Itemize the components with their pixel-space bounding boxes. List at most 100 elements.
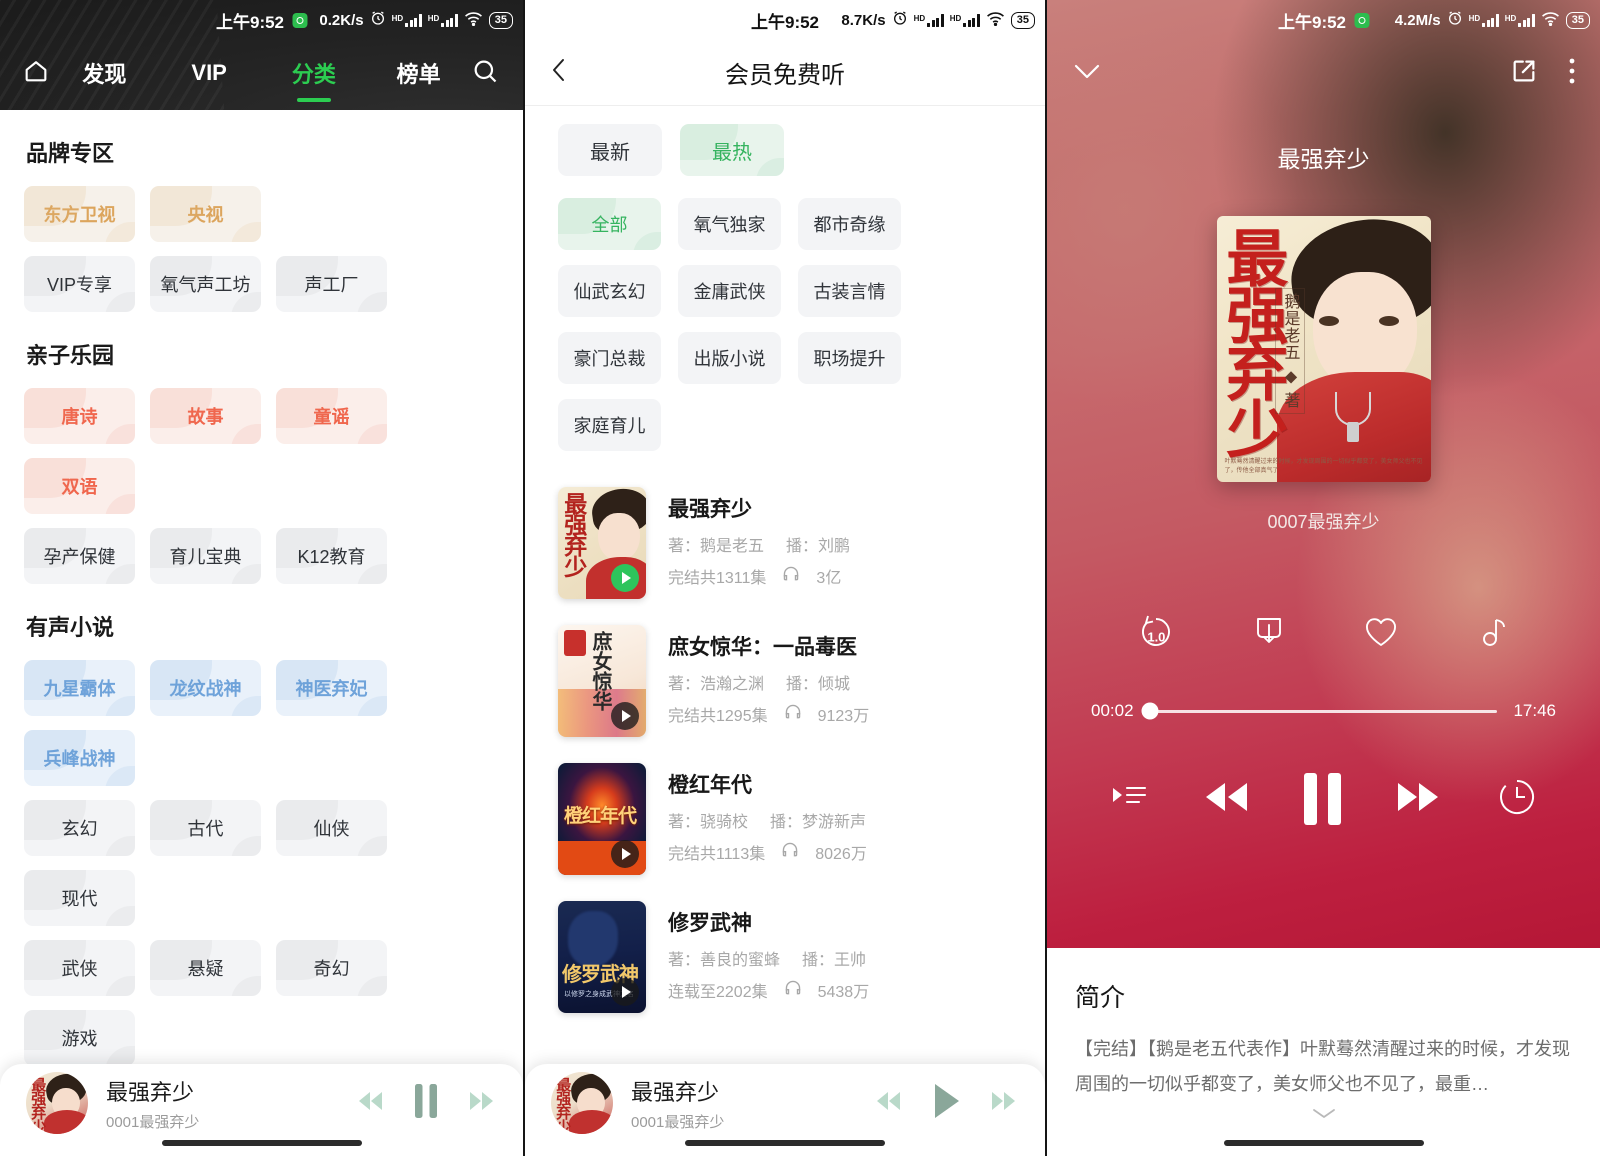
chevron-down-icon[interactable] [1075, 1106, 1572, 1124]
search-icon[interactable] [471, 57, 501, 90]
filter-chip-ceo-romance[interactable]: 豪门总裁 [558, 332, 661, 384]
download-icon[interactable] [1251, 613, 1287, 656]
mini-player-panel1[interactable]: 最强弃少 最强弃少 0001最强弃少 [0, 1064, 523, 1156]
pause-icon[interactable] [1303, 773, 1341, 825]
player-control-row [1047, 773, 1600, 825]
home-icon[interactable] [22, 57, 52, 90]
mini-player-panel2[interactable]: 最强弃少 最强弃少 0001最强弃少 [525, 1064, 1045, 1156]
chip-xuanhuan[interactable]: 玄幻 [24, 800, 135, 856]
signal-1-icon: HD [392, 13, 422, 27]
book-cover: 修罗武神 以修罗之身成武神之名 [558, 901, 646, 1013]
play-icon[interactable] [611, 564, 639, 592]
filter-chip-xianwu-xuanhuan[interactable]: 仙武玄幻 [558, 265, 661, 317]
chip-maternity-care[interactable]: 孕产保健 [24, 528, 135, 584]
chip-parenting-guide[interactable]: 育儿宝典 [150, 528, 261, 584]
book-title: 修罗武神 [668, 912, 752, 935]
album-art[interactable]: 最强弃少 鹅是老五 ◆ 著 叶默蓦然清醒过来的时候，才发现周围的一切似乎都变了，… [1216, 216, 1431, 482]
chip-suspense[interactable]: 悬疑 [150, 940, 261, 996]
book-episodes: 完结共1311集 [668, 570, 767, 587]
heart-icon[interactable] [1362, 614, 1400, 655]
chip-vip-exclusive[interactable]: VIP专享 [24, 256, 135, 312]
rewind-icon[interactable] [1202, 779, 1252, 820]
timer-icon[interactable] [1496, 776, 1538, 823]
chip-oxygen-studio[interactable]: 氧气声工坊 [150, 256, 261, 312]
sort-tab-group: 最新 最热 [525, 106, 1045, 176]
book-episodes: 连载至2202集 [668, 984, 768, 1001]
chip-xianxia[interactable]: 仙侠 [276, 800, 387, 856]
filter-chip-family-parenting[interactable]: 家庭育儿 [558, 399, 661, 451]
rewind-icon[interactable] [355, 1088, 387, 1119]
book-cover-text: 橙红年代 [564, 806, 637, 827]
panel1-category-scroll[interactable]: 品牌专区 东方卫视 央视 VIP专享 氧气声工坊 声工厂 亲子乐园 唐诗 故事 … [0, 110, 523, 1156]
forward-icon[interactable] [465, 1088, 497, 1119]
back-chevron-icon[interactable] [547, 56, 571, 89]
panel2-scroll[interactable]: 最新 最热 全部 氧气独家 都市奇缘 仙武玄幻 金庸武侠 古装言情 豪门总裁 出… [525, 106, 1045, 1156]
play-icon[interactable] [611, 978, 639, 1006]
alarm-note-icon[interactable] [1475, 613, 1511, 656]
chip-game[interactable]: 游戏 [24, 1010, 135, 1066]
sort-tab-newest[interactable]: 最新 [558, 124, 662, 176]
nav-tab-category[interactable]: 分类 [262, 57, 367, 89]
filter-chip-urban-romance[interactable]: 都市奇缘 [798, 198, 901, 250]
status-time: 上午9:52 [215, 12, 285, 32]
album-art-author-text: 鹅是老五 ◆ 著 [1274, 288, 1305, 414]
headphone-icon [784, 980, 802, 1001]
filter-chip-grid: 全部 氧气独家 都市奇缘 仙武玄幻 金庸武侠 古装言情 豪门总裁 出版小说 职场… [525, 176, 1045, 451]
play-icon[interactable] [931, 1082, 961, 1125]
chip-nursery-rhymes[interactable]: 童谣 [276, 388, 387, 444]
book-list-item[interactable]: 最强弃少 最强弃少 著：鹅是老五 播：刘鹏 完结共1311集 3亿 [558, 487, 1012, 599]
alarm-icon-2 [892, 10, 908, 30]
page-title: 会员免费听 [725, 62, 845, 89]
speed-icon[interactable]: 1.0 [1136, 612, 1176, 657]
filter-chip-oxygen-exclusive[interactable]: 氧气独家 [678, 198, 781, 250]
book-cover-text: 庶女惊华 [589, 631, 611, 711]
filter-chip-career-growth[interactable]: 职场提升 [798, 332, 901, 384]
filter-chip-historical-romance[interactable]: 古装言情 [798, 265, 901, 317]
mini-player-controls [355, 1082, 497, 1125]
filter-chip-published-novels[interactable]: 出版小说 [678, 332, 781, 384]
chip-cctv[interactable]: 央视 [150, 186, 261, 242]
section-title-family: 亲子乐园 [26, 343, 115, 368]
pause-icon[interactable] [413, 1082, 439, 1125]
status-icons-group: 0.2K/s HD HD 35 [319, 10, 513, 30]
chip-shenyi-qifei[interactable]: 神医弃妃 [276, 660, 387, 716]
chip-sound-factory[interactable]: 声工厂 [276, 256, 387, 312]
forward-icon[interactable] [1393, 779, 1443, 820]
play-icon[interactable] [611, 840, 639, 868]
book-list-item[interactable]: 庶女惊华 庶女惊华：一品毒医 著：浩瀚之渊 播：倾城 完结共1295集 9123… [558, 625, 1012, 737]
chip-bingfeng-zhanshen[interactable]: 兵峰战神 [24, 730, 135, 786]
nav-tab-ranking[interactable]: 榜单 [366, 57, 471, 89]
play-icon[interactable] [611, 702, 639, 730]
sort-tab-hottest[interactable]: 最热 [680, 124, 784, 176]
chip-tang-poetry[interactable]: 唐诗 [24, 388, 135, 444]
nav-tab-vip[interactable]: VIP [157, 60, 262, 86]
chip-row-brand-1: 东方卫视 央视 [24, 186, 499, 242]
chip-wuxia[interactable]: 武侠 [24, 940, 135, 996]
progress-slider[interactable] [1141, 702, 1498, 720]
chip-row-novel-2: 玄幻 古代 仙侠 现代 [24, 800, 499, 926]
filter-chip-all[interactable]: 全部 [558, 198, 661, 250]
chip-jiuxing-batti[interactable]: 九星霸体 [24, 660, 135, 716]
chip-longwen-zhanshen[interactable]: 龙纹战神 [150, 660, 261, 716]
chip-stories[interactable]: 故事 [150, 388, 261, 444]
panel-now-playing: 上午9:52 4.2M/s HD HD 35 最强弃少 最强弃少 鹅是老五 ◆ … [1045, 0, 1600, 1156]
book-author: 著：善良的蜜蜂 [668, 952, 781, 969]
forward-icon[interactable] [987, 1088, 1019, 1119]
chip-modern[interactable]: 现代 [24, 870, 135, 926]
chevron-down-icon[interactable] [1071, 60, 1103, 87]
chip-dongfang-tv[interactable]: 东方卫视 [24, 186, 135, 242]
chip-fantasy[interactable]: 奇幻 [276, 940, 387, 996]
chip-bilingual[interactable]: 双语 [24, 458, 135, 514]
rewind-icon[interactable] [873, 1088, 905, 1119]
share-external-icon[interactable] [1510, 57, 1538, 90]
playlist-icon[interactable] [1109, 780, 1149, 819]
status-icons-group-2: 8.7K/s HD HD 35 [841, 10, 1035, 30]
book-list-item[interactable]: 橙红年代 橙红年代 著：骁骑校 播：梦游新声 完结共1113集 8026万 [558, 763, 1012, 875]
filter-chip-jinyong-wuxia[interactable]: 金庸武侠 [678, 265, 781, 317]
nav-tab-discover[interactable]: 发现 [52, 57, 157, 89]
more-vertical-icon[interactable] [1568, 57, 1576, 90]
chip-k12-education[interactable]: K12教育 [276, 528, 387, 584]
progress-knob[interactable] [1141, 702, 1159, 720]
chip-ancient[interactable]: 古代 [150, 800, 261, 856]
book-list-item[interactable]: 修罗武神 以修罗之身成武神之名 修罗武神 著：善良的蜜蜂 播：王帅 连载至220… [558, 901, 1012, 1013]
